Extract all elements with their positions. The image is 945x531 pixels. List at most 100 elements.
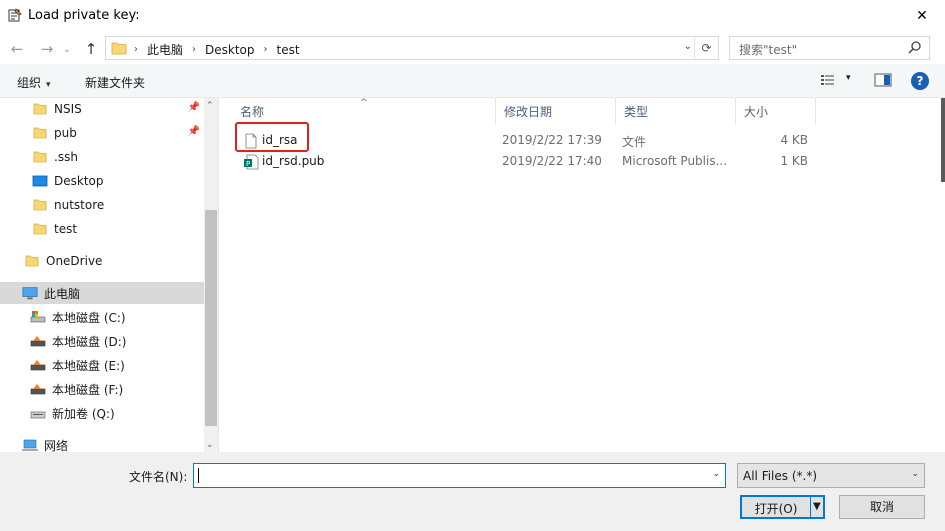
sidebar-item-label: 新加卷 (Q:) [52, 406, 115, 421]
sidebar-item-nutstore[interactable]: nutstore [0, 194, 204, 216]
sidebar-item-drive-d[interactable]: 本地磁盘 (D:) [0, 330, 204, 352]
scrollbar-thumb[interactable] [205, 210, 217, 426]
file-modified: 2019/2/22 17:40 [502, 154, 602, 168]
table-row[interactable]: id_rsa 2019/2/22 17:39 文件 4 KB [219, 130, 819, 152]
sidebar-item-drive-q[interactable]: 新加卷 (Q:) [0, 402, 204, 424]
folder-icon [32, 221, 48, 237]
sidebar-item-pub[interactable]: pub 📌 [0, 122, 204, 144]
sidebar-item-label: NSIS [54, 102, 82, 116]
open-button[interactable]: 打开(O) ▼ [740, 495, 825, 519]
recent-locations-button[interactable]: ⌄ [60, 38, 74, 60]
sidebar-item-drive-c[interactable]: 本地磁盘 (C:) [0, 306, 204, 328]
file-type: 文件 [622, 135, 647, 149]
sidebar-item-onedrive[interactable]: OneDrive [0, 250, 204, 272]
close-icon: ✕ [916, 8, 928, 24]
scroll-up-icon[interactable]: ⌃ [206, 101, 214, 111]
chevron-down-icon: ⌄ [911, 469, 919, 479]
sidebar-item-label: .ssh [54, 150, 78, 164]
close-button[interactable]: ✕ [899, 0, 945, 32]
window-edge [941, 98, 945, 182]
folder-icon [24, 253, 40, 269]
filename-input[interactable] [198, 465, 698, 486]
filetype-select[interactable]: All Files (*.*) ⌄ [737, 463, 925, 488]
preview-pane-button[interactable] [874, 72, 892, 91]
folder-icon [32, 149, 48, 165]
file-size: 4 KB [780, 133, 808, 147]
drive-icon [30, 405, 46, 421]
sidebar-item-desktop[interactable]: Desktop [0, 170, 204, 192]
up-button[interactable]: ↑ [80, 38, 102, 60]
publisher-file-icon: P [244, 154, 259, 170]
scroll-down-icon[interactable]: ⌄ [206, 440, 214, 450]
chevron-down-icon[interactable]: ⌄ [712, 469, 720, 479]
address-dropdown-icon[interactable]: ⌄ [684, 41, 692, 52]
breadcrumb-item[interactable]: Desktop [205, 43, 255, 57]
sidebar-scrollbar[interactable]: ⌃ ⌄ [204, 98, 218, 452]
file-type: Microsoft Publis... [622, 154, 728, 168]
caret-down-icon: ▾ [46, 80, 51, 90]
new-folder-button[interactable]: 新建文件夹 [85, 74, 145, 91]
sidebar-item-test[interactable]: test [0, 218, 204, 240]
folder-icon [32, 125, 48, 141]
sidebar-item-label: 本地磁盘 (E:) [52, 358, 125, 373]
text-caret [198, 468, 199, 483]
sidebar-item-label: 本地磁盘 (D:) [52, 334, 127, 349]
sidebar-item-this-pc[interactable]: 此电脑 [0, 282, 204, 304]
sidebar-item-label: nutstore [54, 198, 105, 212]
breadcrumb-separator: › [134, 44, 138, 55]
sidebar-item-drive-f[interactable]: 本地磁盘 (F:) [0, 378, 204, 400]
title-bar: Load private key: ✕ [0, 0, 945, 32]
organize-menu[interactable]: 组织 ▾ [17, 74, 51, 91]
sidebar-item-network[interactable]: 网络 [0, 434, 204, 452]
drive-icon [30, 357, 46, 373]
view-options-caret-icon[interactable]: ▾ [846, 73, 851, 83]
dialog-footer: 文件名(N): ⌄ All Files (*.*) ⌄ 打开(O) ▼ 取消 [0, 452, 945, 531]
file-name: id_rsd.pub [262, 154, 325, 168]
split-divider [810, 497, 811, 517]
sidebar-item-nsis[interactable]: NSIS 📌 [0, 98, 204, 120]
search-box[interactable]: 搜索"test" [729, 36, 930, 60]
forward-button[interactable]: → [36, 38, 58, 60]
command-bar: 组织 ▾ 新建文件夹 ▾ ? [0, 64, 945, 98]
desktop-icon [32, 173, 48, 189]
breadcrumb-item[interactable]: test [277, 43, 300, 57]
column-header-type[interactable]: 类型 [616, 98, 736, 124]
app-icon [8, 8, 22, 22]
back-button[interactable]: ← [6, 38, 28, 60]
up-arrow-icon: ↑ [84, 40, 98, 58]
search-icon [908, 41, 921, 54]
change-view-button[interactable] [820, 72, 840, 91]
column-header-name[interactable]: 名称 [232, 98, 496, 124]
breadcrumb-item[interactable]: 此电脑 [147, 41, 183, 58]
sidebar-item-label: 本地磁盘 (C:) [52, 310, 126, 325]
refresh-button[interactable]: ⟳ [694, 37, 718, 59]
cancel-button[interactable]: 取消 [839, 495, 925, 519]
sidebar-item-label: 本地磁盘 (F:) [52, 382, 124, 397]
sidebar-item-label: pub [54, 126, 77, 140]
file-modified: 2019/2/22 17:39 [502, 133, 602, 147]
highlight-annotation [235, 122, 309, 152]
navigation-pane: NSIS 📌 pub 📌 .ssh Desktop nutstore test … [0, 98, 204, 452]
address-bar[interactable]: › 此电脑 › Desktop › test ⌄ ⟳ [105, 36, 719, 60]
search-input[interactable]: 搜索"test" [739, 41, 797, 58]
folder-icon [32, 101, 48, 117]
table-row[interactable]: P id_rsd.pub 2019/2/22 17:40 Microsoft P… [219, 151, 819, 173]
sidebar-item-label: 网络 [44, 438, 69, 453]
svg-text:P: P [246, 160, 250, 168]
breadcrumb-separator: › [192, 44, 197, 55]
window-title: Load private key: [28, 8, 140, 23]
open-options-arrow-icon[interactable]: ▼ [813, 501, 821, 512]
column-header-size[interactable]: 大小 [736, 98, 816, 124]
address-row: ← → ⌄ ↑ › 此电脑 › Desktop › test ⌄ ⟳ 搜索"te… [0, 34, 945, 62]
sidebar-item-ssh[interactable]: .ssh [0, 146, 204, 168]
open-button-label: 打开(O) [754, 502, 798, 516]
filename-field[interactable]: ⌄ [193, 463, 726, 488]
back-arrow-icon: ← [10, 40, 24, 58]
sidebar-item-drive-e[interactable]: 本地磁盘 (E:) [0, 354, 204, 376]
help-icon[interactable]: ? [911, 72, 929, 90]
column-header-modified[interactable]: 修改日期 [496, 98, 616, 124]
organize-label: 组织 [17, 76, 42, 90]
pin-icon: 📌 [187, 126, 200, 137]
sidebar-item-label: 此电脑 [44, 286, 81, 301]
sidebar-item-label: OneDrive [46, 254, 103, 268]
